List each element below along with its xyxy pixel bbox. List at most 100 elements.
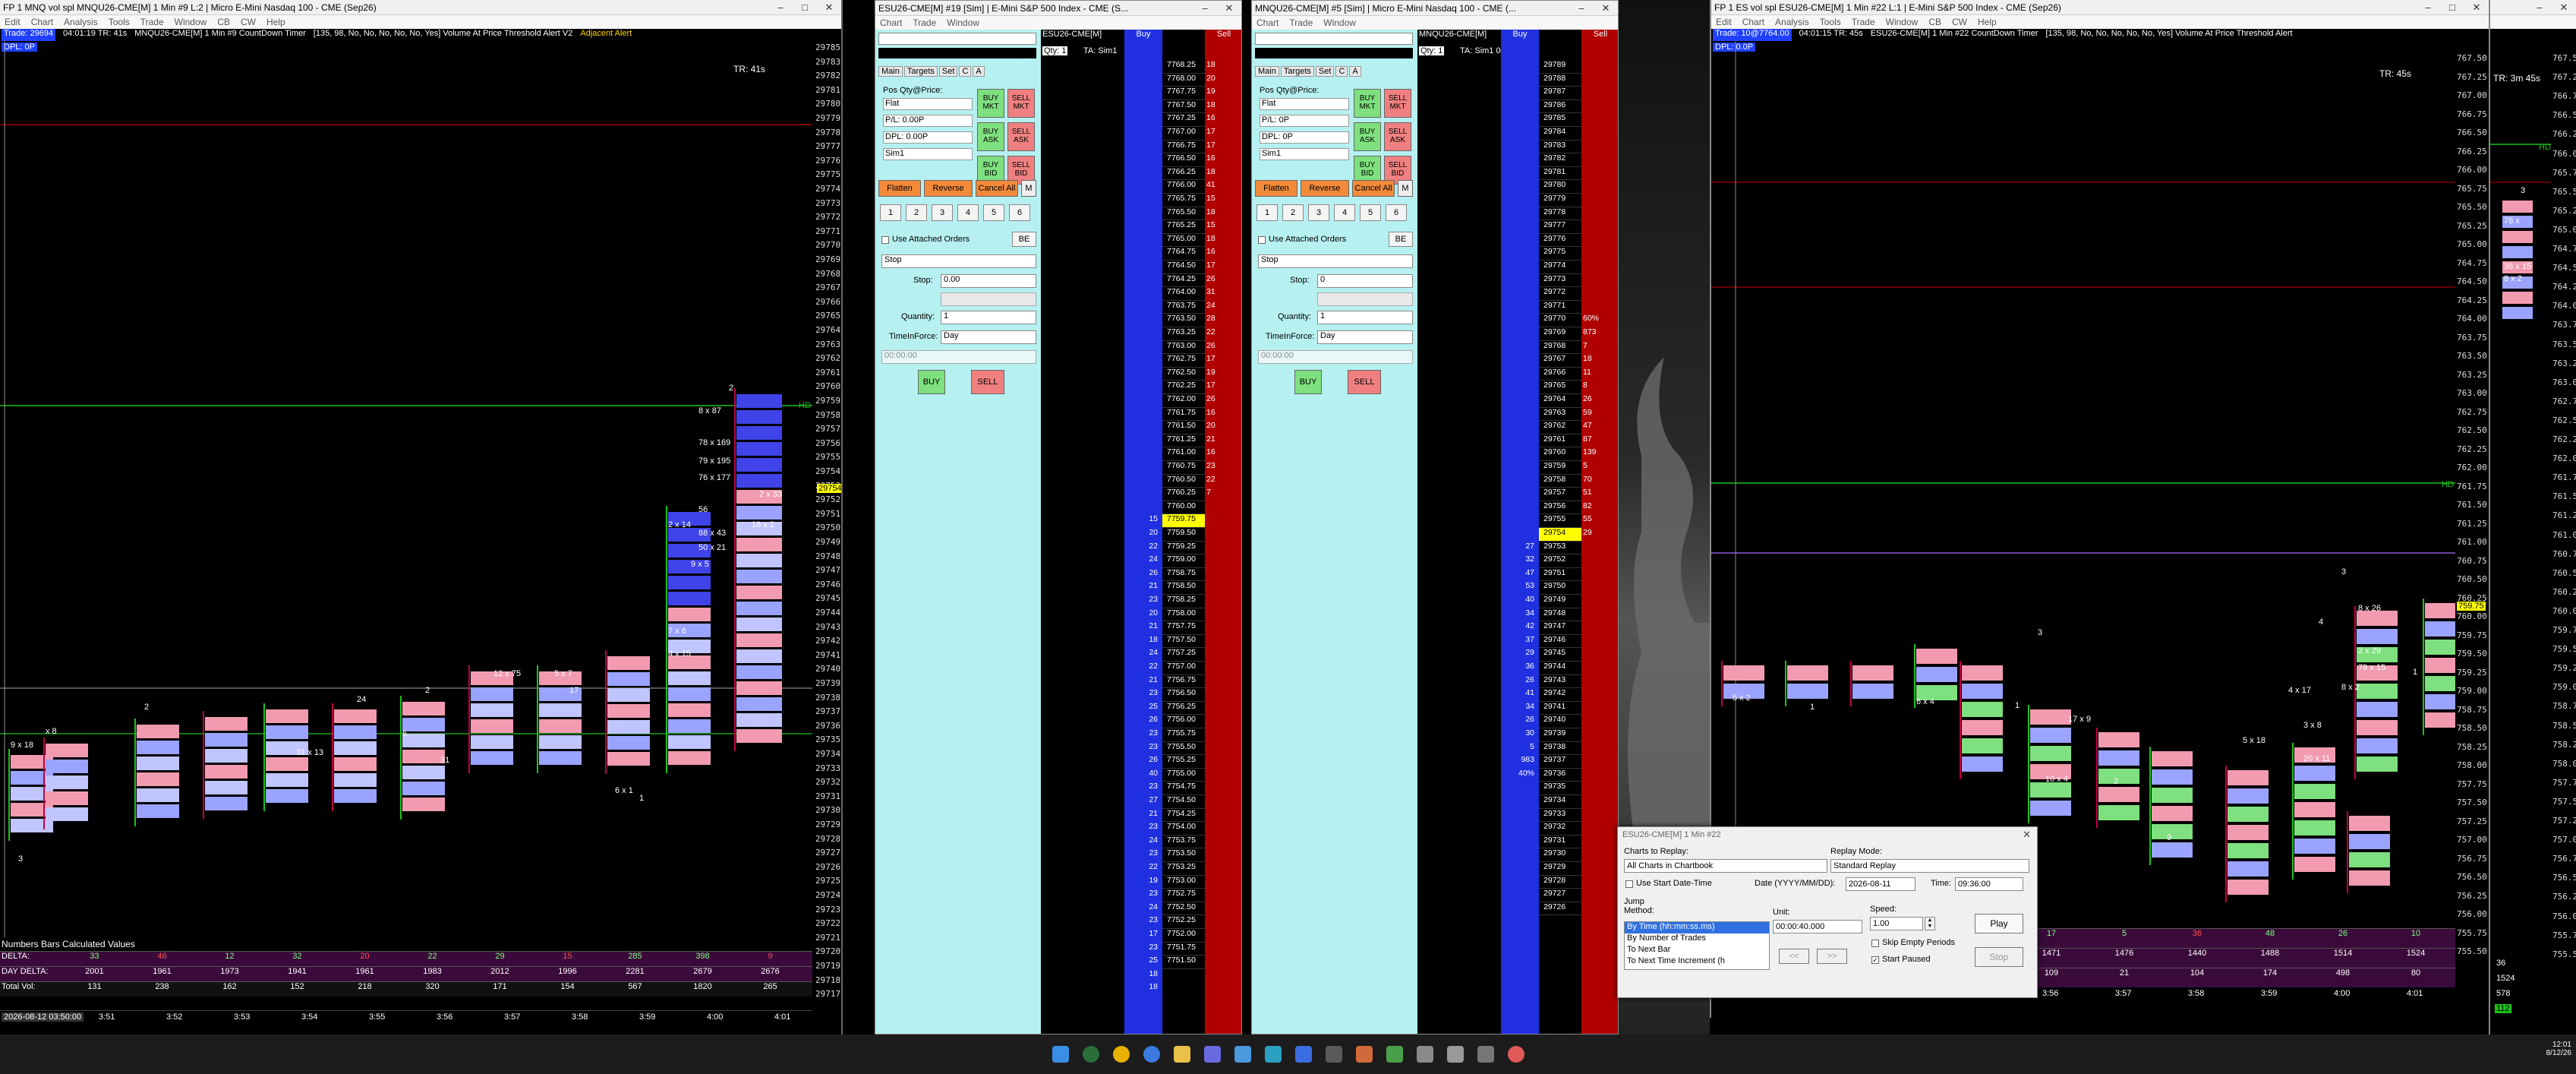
stop-field[interactable]: 0 bbox=[1317, 274, 1413, 288]
ladder-price[interactable]: 7752.50 bbox=[1162, 902, 1205, 916]
menu-item-chart[interactable]: Chart bbox=[1742, 17, 1764, 27]
ladder-price[interactable]: 7767.75 bbox=[1162, 87, 1205, 100]
blank-field[interactable] bbox=[1317, 292, 1413, 306]
account-select[interactable]: Sim1 bbox=[1260, 148, 1349, 160]
ladder-price[interactable]: 29750 bbox=[1539, 581, 1581, 595]
attached-orders-checkbox[interactable] bbox=[1258, 236, 1266, 244]
ladder-price[interactable]: 29755 bbox=[1539, 514, 1581, 528]
ladder-price[interactable]: 7756.00 bbox=[1162, 715, 1205, 728]
use-start-checkbox[interactable] bbox=[1625, 880, 1633, 888]
ladder-price[interactable]: 7766.25 bbox=[1162, 167, 1205, 181]
ladder-price[interactable]: 7752.75 bbox=[1162, 889, 1205, 902]
tif-select[interactable]: Day bbox=[941, 330, 1036, 344]
qty-preset-1[interactable]: 1 bbox=[1256, 204, 1278, 221]
ladder-price[interactable]: 7754.50 bbox=[1162, 795, 1205, 809]
ladder-price[interactable]: 29726 bbox=[1539, 902, 1581, 916]
qty-preset-4[interactable]: 4 bbox=[1334, 204, 1355, 221]
ladder-price[interactable]: 29739 bbox=[1539, 728, 1581, 742]
ladder-price[interactable]: 7768.25 bbox=[1162, 60, 1205, 74]
ladder-price[interactable]: 7755.50 bbox=[1162, 742, 1205, 756]
ladder-price[interactable]: 29743 bbox=[1539, 675, 1581, 689]
ladder-price[interactable]: 29768 bbox=[1539, 341, 1581, 355]
ladder-price[interactable]: 7766.00 bbox=[1162, 180, 1205, 194]
ladder-price[interactable]: 7758.50 bbox=[1162, 581, 1205, 595]
ladder-price[interactable]: 29751 bbox=[1539, 568, 1581, 582]
menu-item-edit[interactable]: Edit bbox=[1716, 17, 1732, 27]
ladder-price[interactable]: 29780 bbox=[1539, 180, 1581, 194]
ladder-price[interactable]: 29760 bbox=[1539, 447, 1581, 461]
ladder-price[interactable]: 7759.00 bbox=[1162, 554, 1205, 568]
close-icon[interactable]: ✕ bbox=[1217, 1, 1241, 15]
ladder-price[interactable]: 29788 bbox=[1539, 74, 1581, 87]
search-icon[interactable] bbox=[1082, 1046, 1099, 1063]
ladder-price[interactable]: 7759.50 bbox=[1162, 528, 1205, 542]
ladder-price[interactable]: 29731 bbox=[1539, 836, 1581, 849]
jump-method-option[interactable]: To Next Time Increment (h bbox=[1625, 956, 1769, 968]
minimize-icon[interactable]: – bbox=[768, 0, 793, 14]
ladder-price[interactable]: 29747 bbox=[1539, 621, 1581, 635]
app-icon-6[interactable] bbox=[1355, 1046, 1373, 1063]
ladder-price[interactable]: 7756.75 bbox=[1162, 675, 1205, 689]
ladder-price[interactable]: 7751.50 bbox=[1162, 956, 1205, 969]
ladder-price[interactable]: 7765.50 bbox=[1162, 207, 1205, 221]
sell-mkt-button[interactable]: SELL MKT bbox=[1384, 89, 1411, 118]
sell-mkt-button[interactable]: SELL MKT bbox=[1007, 89, 1035, 118]
ladder-price[interactable]: 29770 bbox=[1539, 314, 1581, 327]
chart3-plot[interactable]: 3 78 x 38 x 15 8 x 2 bbox=[2490, 41, 2551, 975]
m-button[interactable]: M bbox=[1398, 180, 1413, 197]
ladder-price[interactable]: 7752.00 bbox=[1162, 929, 1205, 943]
ladder-price[interactable]: 7761.75 bbox=[1162, 408, 1205, 422]
ladder-price[interactable]: 29759 bbox=[1539, 461, 1581, 475]
ladder-price[interactable]: 7754.75 bbox=[1162, 782, 1205, 795]
app-icon-4[interactable] bbox=[1294, 1046, 1312, 1063]
jump-method-option[interactable]: By Time (hh:mm:ss.ms) bbox=[1625, 922, 1769, 933]
chart2-time-axis[interactable]: 3:56 3:57 3:58 3:59 4:00 4:01 bbox=[2015, 987, 2455, 1001]
menu-item-help[interactable]: Help bbox=[1978, 17, 1997, 27]
taskbar-clock[interactable]: 12:01 8/12/26 bbox=[2546, 1041, 2571, 1057]
ladder-price[interactable]: 29782 bbox=[1539, 153, 1581, 167]
ladder-price[interactable]: 29757 bbox=[1539, 488, 1581, 501]
ladder-price[interactable]: 7764.75 bbox=[1162, 247, 1205, 261]
order-type-select[interactable]: Stop bbox=[1258, 254, 1413, 268]
ladder-price[interactable]: 29730 bbox=[1539, 848, 1581, 862]
app-icon-8[interactable] bbox=[1416, 1046, 1433, 1063]
ladder-price[interactable]: 29783 bbox=[1539, 141, 1581, 154]
tab-c[interactable]: C bbox=[1335, 66, 1348, 77]
ladder-price[interactable]: 7758.00 bbox=[1162, 608, 1205, 622]
app-icon-10[interactable] bbox=[1477, 1046, 1494, 1063]
menu-item-window[interactable]: Window bbox=[1323, 17, 1356, 28]
ladder-price[interactable]: 29741 bbox=[1539, 702, 1581, 715]
minimize-icon[interactable]: – bbox=[2416, 0, 2440, 14]
ladder-price[interactable]: 7760.25 bbox=[1162, 488, 1205, 501]
ladder-price[interactable]: 7767.25 bbox=[1162, 113, 1205, 127]
ladder-price[interactable]: 29727 bbox=[1539, 889, 1581, 902]
qty-preset-2[interactable]: 2 bbox=[1282, 204, 1304, 221]
ladder-price[interactable]: 7765.25 bbox=[1162, 220, 1205, 234]
symbol-select[interactable] bbox=[1255, 33, 1413, 45]
ladder-price[interactable]: 7755.00 bbox=[1162, 769, 1205, 782]
be-button[interactable]: BE bbox=[1389, 232, 1413, 247]
ladder-price[interactable]: 29777 bbox=[1539, 220, 1581, 234]
speed-spinner[interactable]: ▲ ▼ bbox=[1925, 917, 1935, 930]
ladder-price[interactable]: 29745 bbox=[1539, 648, 1581, 662]
ladder-price[interactable]: 29737 bbox=[1539, 755, 1581, 769]
ladder-price[interactable]: 7761.25 bbox=[1162, 434, 1205, 448]
buy-order-button[interactable]: BUY bbox=[1294, 370, 1322, 394]
sell-order-button[interactable]: SELL bbox=[971, 370, 1004, 394]
ladder-price[interactable]: 7767.00 bbox=[1162, 127, 1205, 141]
chart3-price-axis[interactable]: 767.50 767.25 766.75 766.50 766.25 766.00 765.… bbox=[2551, 43, 2576, 959]
ladder-price[interactable]: 29753 bbox=[1539, 542, 1581, 555]
app-icon-9[interactable] bbox=[1446, 1046, 1464, 1063]
tab-a[interactable]: A bbox=[1349, 66, 1361, 77]
qty-preset-4[interactable]: 4 bbox=[957, 204, 979, 221]
chrome-icon[interactable] bbox=[1112, 1046, 1130, 1063]
app-icon-3[interactable] bbox=[1264, 1046, 1282, 1063]
account-select[interactable]: Sim1 bbox=[883, 148, 973, 160]
qty-preset-6[interactable]: 6 bbox=[1386, 204, 1407, 221]
qty-preset-5[interactable]: 5 bbox=[983, 204, 1004, 221]
menu-item-trade[interactable]: Trade bbox=[140, 17, 164, 27]
speed-field[interactable]: 1.00 bbox=[1870, 917, 1923, 930]
ladder-price[interactable]: 29754 bbox=[1539, 528, 1581, 542]
ladder-price[interactable]: 7756.50 bbox=[1162, 688, 1205, 702]
ladder-price[interactable]: 7754.25 bbox=[1162, 809, 1205, 823]
